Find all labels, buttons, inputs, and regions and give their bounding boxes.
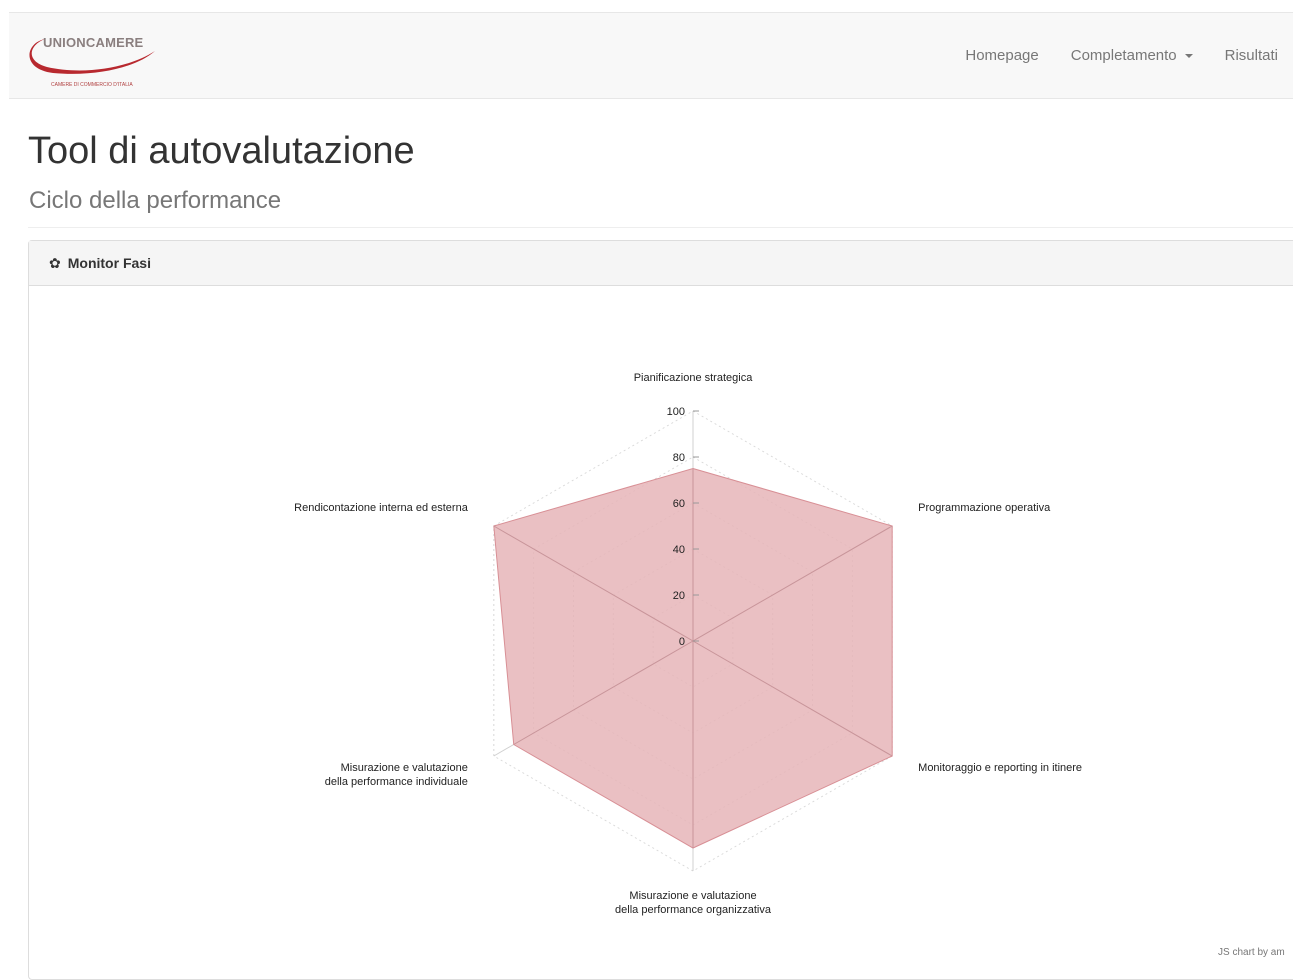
tick-label-100: 100	[667, 406, 685, 418]
axis-label-4: Misurazione e valutazione della performan…	[325, 762, 468, 788]
tick-label-20: 20	[673, 590, 685, 602]
tick-label-0: 0	[679, 636, 685, 648]
tick-label-40: 40	[673, 544, 685, 556]
axis-label-5: Rendicontazione interna ed esterna	[294, 502, 469, 514]
chart-credit: JS chart by am	[1218, 947, 1285, 958]
axis-label-line: Monitoraggio e reporting in itinere	[918, 762, 1082, 774]
tick-label-60: 60	[673, 498, 685, 510]
axis-label-0: Pianificazione strategica	[634, 372, 754, 384]
axis-label-line: Pianificazione strategica	[634, 372, 754, 384]
axis-label-2: Monitoraggio e reporting in itinere	[918, 762, 1082, 774]
axis-label-line: Misurazione e valutazione	[341, 762, 468, 774]
axis-label-line: della performance individuale	[325, 776, 468, 788]
tick-label-80: 80	[673, 452, 685, 464]
axis-label-line: Misurazione e valutazione	[629, 890, 756, 902]
axis-label-line: Rendicontazione interna ed esterna	[294, 502, 469, 514]
axis-label-line: della performance organizzativa	[615, 904, 772, 916]
radar-chart: 0 20 40 60 80 100 Pianificazione strategica Pro…	[0, 0, 1293, 958]
axis-label-1: Programmazione operativa	[918, 502, 1051, 514]
axis-label-3: Misurazione e valutazione della performan…	[615, 890, 772, 916]
axis-label-line: Programmazione operativa	[918, 502, 1051, 514]
